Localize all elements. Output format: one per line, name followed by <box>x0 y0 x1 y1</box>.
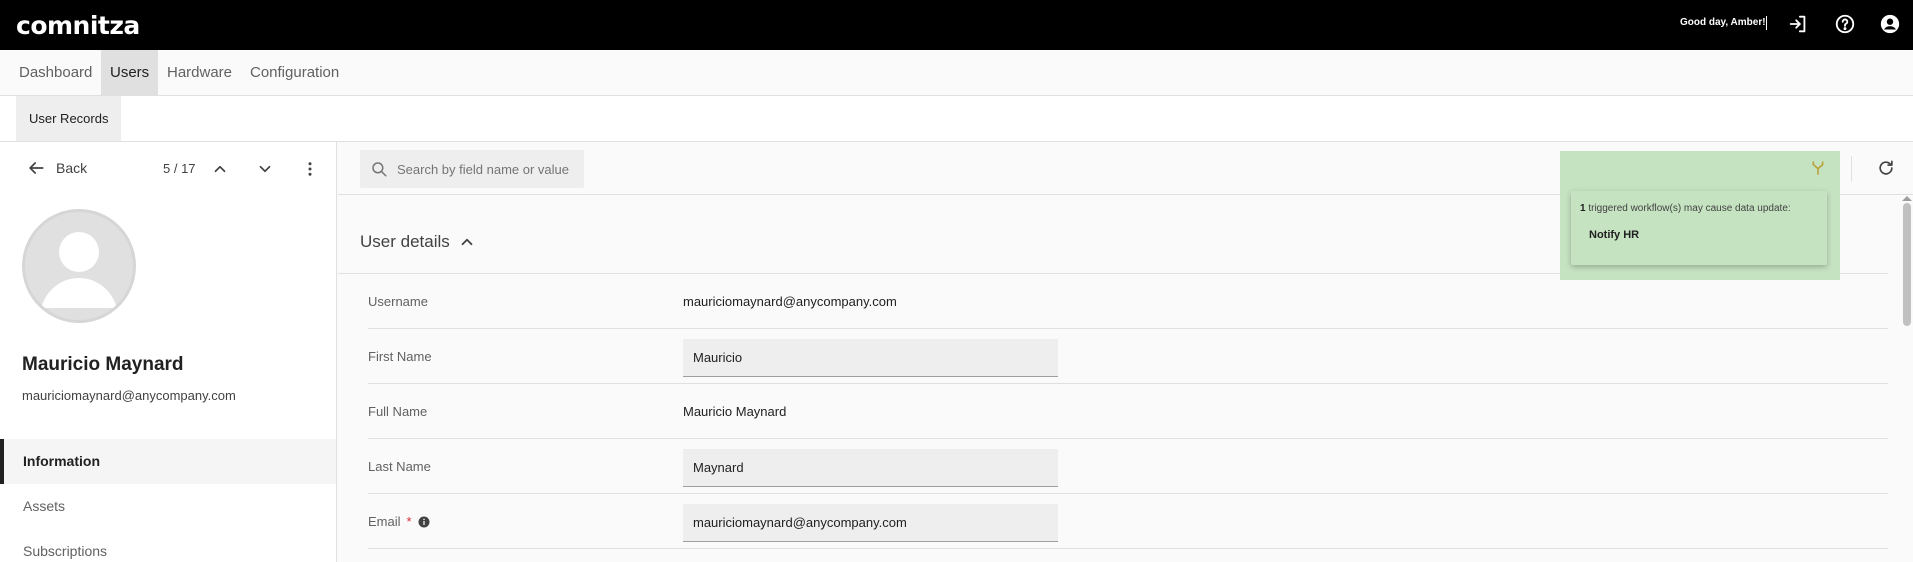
search-box[interactable] <box>360 150 584 188</box>
tab-dashboard[interactable]: Dashboard <box>10 50 101 95</box>
required-mark: * <box>406 514 412 529</box>
arrow-left-icon <box>29 162 44 174</box>
field-row-last-name: Last Name <box>368 439 1888 494</box>
logout-icon[interactable] <box>1786 12 1810 36</box>
user-email: mauriciomaynard@anycompany.com <box>22 388 236 403</box>
field-row-email: Email * <box>368 494 1888 549</box>
field-label-text: Email <box>368 514 401 529</box>
back-button[interactable]: Back <box>26 156 87 180</box>
more-vertical-icon[interactable] <box>298 157 322 181</box>
first-name-input[interactable] <box>683 339 1058 377</box>
field-label: Full Name <box>368 404 428 419</box>
section-toggle-user-details[interactable]: User details <box>360 232 476 252</box>
top-bar: comnitza Good day, Amber! <box>0 0 1913 50</box>
refresh-icon[interactable] <box>1874 156 1898 180</box>
tab-hardware[interactable]: Hardware <box>158 50 241 95</box>
email-input[interactable] <box>683 504 1058 542</box>
field-value: mauriciomaynard@anycompany.com <box>683 294 897 309</box>
app-logo[interactable]: comnitza <box>16 11 140 40</box>
scroll-up-arrow[interactable] <box>1902 196 1912 201</box>
field-label: Username <box>368 294 428 309</box>
menu-item-assets[interactable]: Assets <box>0 484 336 529</box>
tab-user-records[interactable]: User Records <box>16 96 122 141</box>
menu-item-information[interactable]: Information <box>0 439 336 484</box>
workflow-message: 1 triggered workflow(s) may cause data u… <box>1580 203 1791 214</box>
tab-users[interactable]: Users <box>101 50 159 95</box>
chevron-up-icon[interactable] <box>208 157 232 181</box>
scrollbar-thumb[interactable] <box>1903 203 1911 326</box>
workflow-message-text: triggered workflow(s) may cause data upd… <box>1588 203 1791 214</box>
field-value: Mauricio Maynard <box>683 404 787 419</box>
workflow-name: Notify HR <box>1589 229 1640 241</box>
tab-configuration[interactable]: Configuration <box>241 50 348 95</box>
help-icon[interactable] <box>1833 12 1857 36</box>
chevron-up-icon <box>461 238 473 246</box>
avatar <box>22 209 136 323</box>
last-name-input[interactable] <box>683 449 1058 487</box>
field-row-first-name: First Name <box>368 329 1888 384</box>
user-sidebar: Back 5 / 17 Mauricio Maynard mauriciomay… <box>0 142 337 562</box>
record-pager: 5 / 17 <box>163 161 196 176</box>
field-label-email: Email * <box>368 494 430 549</box>
chevron-down-icon[interactable] <box>253 157 277 181</box>
info-icon[interactable] <box>418 516 430 528</box>
greeting-divider <box>1766 16 1767 30</box>
field-row-username: Username mauriciomaynard@anycompany.com <box>368 274 1888 329</box>
field-row-full-name: Full Name Mauricio Maynard <box>368 384 1888 439</box>
main-nav: Dashboard Users Hardware Configuration <box>0 50 1913 96</box>
field-label: First Name <box>368 349 432 364</box>
greeting-text: Good day, Amber! <box>1680 17 1766 28</box>
workflow-tooltip: 1 triggered workflow(s) may cause data u… <box>1571 191 1827 265</box>
menu-item-subscriptions[interactable]: Subscriptions <box>0 529 336 562</box>
account-circle-icon[interactable] <box>1878 12 1902 36</box>
search-input[interactable] <box>397 161 577 177</box>
section-title: User details <box>360 232 450 251</box>
back-label: Back <box>56 160 88 176</box>
workflow-count: 1 <box>1580 203 1586 214</box>
search-icon <box>372 162 387 177</box>
workflow-icon[interactable] <box>1808 158 1828 178</box>
field-label: Last Name <box>368 459 431 474</box>
sub-nav: User Records <box>0 96 1913 142</box>
toolbar-divider <box>1851 156 1852 182</box>
person-icon <box>41 232 117 308</box>
user-name: Mauricio Maynard <box>22 354 184 375</box>
